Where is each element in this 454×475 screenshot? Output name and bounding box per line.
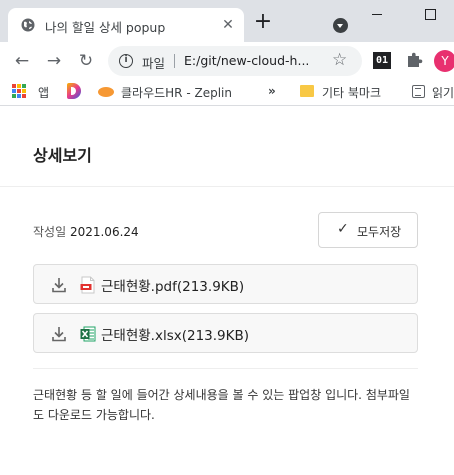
- created-date: 작성일 2021.06.24: [33, 223, 139, 240]
- bookmark-apps-label[interactable]: 앱: [38, 84, 49, 101]
- created-date-label: 작성일: [33, 225, 67, 239]
- attachment-name: 근태현황.xlsx(213.9KB): [101, 328, 250, 344]
- check-icon: ✓: [337, 221, 349, 237]
- content-divider: [33, 368, 418, 369]
- globe-icon: [21, 18, 35, 32]
- browser-tab-active[interactable]: 나의 할일 상세 popup ✕: [8, 8, 244, 42]
- browser-tab-strip: 나의 할일 상세 popup ✕ +: [0, 0, 454, 42]
- excel-file-icon: [80, 326, 96, 342]
- address-bar[interactable]: i 파일 E:/git/new-cloud-h... ☆: [108, 46, 362, 76]
- save-all-label: 모두저장: [357, 225, 402, 239]
- d-logo-icon[interactable]: [67, 83, 81, 99]
- created-date-value: 2021.06.24: [69, 225, 139, 239]
- reading-list-icon: [412, 85, 425, 98]
- description-text: 근태현황 등 할 일에 들어간 상세내용을 볼 수 있는 팝업창 입니다. 첨부…: [33, 388, 410, 422]
- reload-button[interactable]: ↻: [76, 51, 96, 71]
- bookmarks-overflow-chevron[interactable]: »: [268, 84, 276, 98]
- attachment-name: 근태현황.pdf(213.9KB): [101, 279, 245, 295]
- bookmarks-bar: 앱 클라우드HR - Zeplin » 기타 북마크 읽기: [0, 78, 454, 106]
- download-icon[interactable]: [51, 325, 67, 343]
- attachment-item-pdf[interactable]: 근태현황.pdf(213.9KB): [33, 264, 418, 304]
- reading-list-button[interactable]: 읽기: [432, 84, 454, 101]
- popup-page: 상세보기 작성일 2021.06.24 ✓ 모두저장 근태현황.pdf(213.…: [0, 107, 454, 475]
- header-divider: [0, 186, 454, 187]
- extension-01-icon[interactable]: 01: [373, 52, 391, 69]
- pdf-file-icon: [80, 276, 95, 294]
- tab-search-button[interactable]: [333, 18, 348, 33]
- close-tab-icon[interactable]: ✕: [220, 17, 236, 33]
- minimize-window-button[interactable]: [372, 14, 382, 15]
- attachment-item-xlsx[interactable]: 근태현황.xlsx(213.9KB): [33, 313, 418, 353]
- save-all-button[interactable]: ✓ 모두저장: [318, 212, 418, 248]
- download-icon[interactable]: [51, 276, 67, 294]
- folder-icon: [300, 85, 314, 97]
- bookmark-other-folder[interactable]: 기타 북마크: [322, 84, 381, 101]
- extensions-puzzle-icon[interactable]: [405, 51, 423, 69]
- profile-avatar[interactable]: Y: [434, 50, 454, 72]
- page-title: 상세보기: [33, 146, 92, 165]
- zeplin-icon: [98, 87, 114, 97]
- bookmark-zeplin[interactable]: 클라우드HR - Zeplin: [121, 84, 232, 101]
- address-scheme-label: 파일: [142, 56, 166, 71]
- tab-title: 나의 할일 상세 popup: [45, 20, 166, 35]
- bookmark-star-icon[interactable]: ☆: [332, 50, 347, 70]
- maximize-window-button[interactable]: [425, 9, 436, 20]
- address-url[interactable]: E:/git/new-cloud-h...: [184, 53, 309, 68]
- apps-grid-icon[interactable]: [12, 84, 26, 98]
- info-icon[interactable]: i: [119, 54, 133, 68]
- forward-button[interactable]: →: [44, 51, 64, 71]
- back-button[interactable]: ←: [12, 51, 32, 71]
- address-separator: [174, 54, 175, 68]
- new-tab-button[interactable]: +: [253, 11, 273, 33]
